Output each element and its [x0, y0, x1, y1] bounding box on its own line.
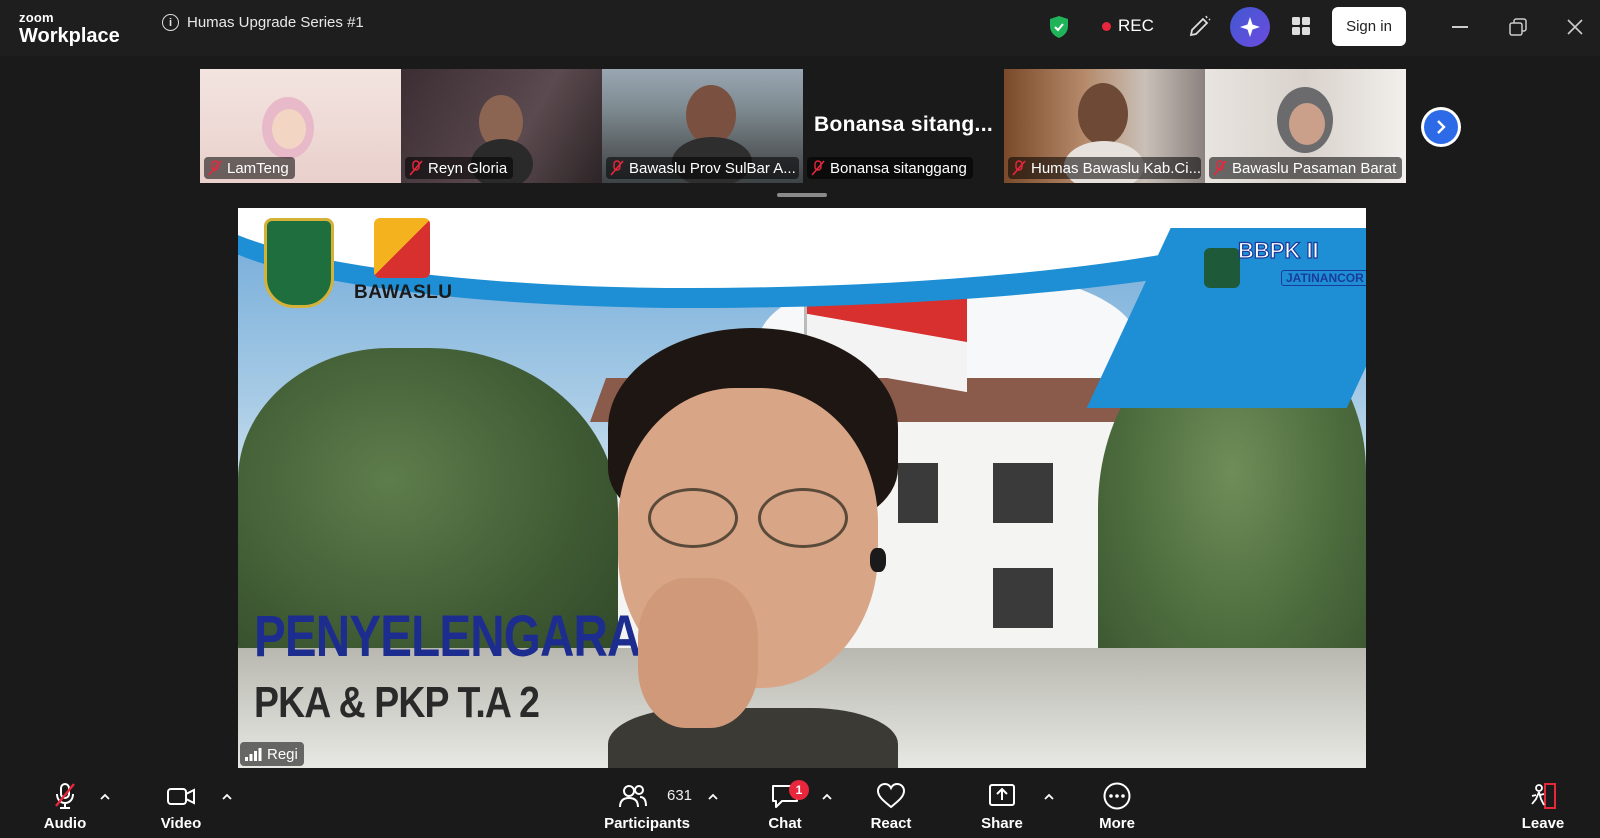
bbpk-sub-text: JATINANCOR — [1281, 270, 1366, 286]
participant-name-tag: Bawaslu Prov SulBar A... — [606, 157, 799, 179]
apps-grid-icon[interactable] — [1291, 16, 1311, 36]
participant-name-tag: Bawaslu Pasaman Barat — [1209, 157, 1402, 179]
annotate-pen-icon[interactable] — [1186, 14, 1212, 40]
logo-big-text: Workplace — [19, 25, 120, 47]
ai-companion-button[interactable] — [1230, 7, 1270, 47]
leave-door-icon — [1531, 783, 1556, 809]
more-label: More — [1099, 815, 1135, 832]
mic-off-icon — [208, 160, 222, 176]
sign-in-button[interactable]: Sign in — [1332, 7, 1406, 46]
participant-tile[interactable]: Bonansa sitang... Bonansa sitanggang — [803, 69, 1004, 183]
more-button[interactable]: More — [1072, 782, 1162, 832]
participant-tile[interactable]: Reyn Gloria — [401, 69, 602, 183]
encryption-shield-icon[interactable] — [1048, 15, 1070, 39]
logo-small-text: zoom — [19, 10, 54, 25]
participants-label: Participants — [604, 815, 690, 832]
participant-name: Bawaslu Pasaman Barat — [1232, 159, 1397, 177]
participants-count: 631 — [667, 787, 693, 804]
speaker-figure — [598, 328, 898, 768]
audio-options-caret-icon[interactable] — [98, 792, 112, 802]
emblem-logo — [264, 218, 334, 308]
participant-tile[interactable]: Bawaslu Pasaman Barat — [1205, 69, 1406, 183]
audio-label: Audio — [43, 815, 87, 832]
meeting-info-button[interactable]: i Humas Upgrade Series #1 — [162, 14, 364, 31]
participant-name: LamTeng — [227, 159, 289, 177]
recording-indicator[interactable]: REC — [1102, 16, 1154, 36]
chat-label: Chat — [768, 815, 802, 832]
restore-window-icon[interactable] — [1509, 18, 1527, 36]
zoom-workplace-logo: zoom Workplace — [19, 11, 120, 46]
mic-off-icon — [1012, 160, 1026, 176]
info-icon: i — [162, 14, 179, 31]
react-label: React — [870, 815, 912, 832]
participant-tile[interactable]: Humas Bawaslu Kab.Ci... — [1004, 69, 1205, 183]
participants-options-caret-icon[interactable] — [706, 792, 720, 802]
chat-options-caret-icon[interactable] — [820, 792, 834, 802]
participant-gallery-strip: LamTeng Reyn Gloria Bawaslu Prov SulBar … — [200, 69, 1406, 183]
share-screen-icon — [989, 784, 1015, 806]
bawaslu-logo-text: BAWASLU — [354, 282, 453, 303]
mic-off-icon — [409, 160, 423, 176]
mic-off-icon — [1213, 160, 1227, 176]
participant-name: Bawaslu Prov SulBar A... — [629, 159, 796, 177]
video-label: Video — [160, 815, 202, 832]
meeting-toolbar: Audio Video Participants 631 Chat 1 Reac… — [0, 768, 1600, 838]
participant-tile[interactable]: Bawaslu Prov SulBar A... — [602, 69, 803, 183]
participant-name: Bonansa sitanggang — [830, 159, 967, 177]
participant-name-tag: Reyn Gloria — [405, 157, 514, 179]
active-speaker-video: BAWASLU BBPK II JATINANCOR PENYELENGARA … — [238, 208, 1366, 768]
speaker-name-tag: Regi — [240, 742, 304, 766]
close-window-icon[interactable] — [1565, 17, 1585, 37]
share-button[interactable]: Share — [957, 782, 1047, 832]
audio-button[interactable]: Audio — [20, 782, 110, 832]
meeting-title: Humas Upgrade Series #1 — [187, 14, 364, 31]
minimize-icon[interactable] — [1452, 26, 1468, 28]
gallery-resize-handle[interactable] — [777, 193, 827, 197]
chevron-right-icon — [1437, 120, 1446, 134]
leave-button[interactable]: Leave — [1498, 782, 1588, 832]
participant-tile[interactable]: LamTeng — [200, 69, 401, 183]
participant-name: Reyn Gloria — [428, 159, 508, 177]
sparkle-icon — [1240, 17, 1260, 37]
share-options-caret-icon[interactable] — [1042, 792, 1056, 802]
speaker-name: Regi — [267, 745, 298, 763]
mic-off-icon — [811, 160, 825, 176]
recording-dot-icon — [1102, 21, 1111, 31]
participant-name-tag: Humas Bawaslu Kab.Ci... — [1008, 157, 1201, 179]
participant-name-tag: Bonansa sitanggang — [807, 157, 973, 179]
rec-label: REC — [1118, 16, 1154, 35]
participant-name: Humas Bawaslu Kab.Ci... — [1031, 159, 1201, 177]
participants-icon — [619, 785, 647, 808]
leave-label: Leave — [1521, 815, 1565, 832]
bawaslu-logo — [374, 218, 430, 278]
participant-video-off-name: Bonansa sitang... — [814, 113, 993, 136]
chat-unread-badge: 1 — [789, 780, 809, 800]
microphone-muted-icon — [55, 783, 75, 809]
chat-button[interactable]: Chat — [740, 782, 830, 832]
video-button[interactable]: Video — [136, 782, 226, 832]
bbpk-logo-text: BBPK II — [1237, 237, 1319, 263]
more-options-icon — [1103, 782, 1131, 810]
gallery-next-page-button[interactable] — [1421, 107, 1461, 147]
background-title-line2: PKA & PKP T.A 2 — [254, 678, 540, 727]
heart-icon — [876, 782, 906, 809]
background-title-line1: PENYELENGARA — [254, 604, 641, 669]
video-camera-icon — [167, 788, 195, 805]
video-options-caret-icon[interactable] — [220, 792, 234, 802]
bbpk-logo — [1204, 248, 1240, 288]
share-label: Share — [981, 815, 1023, 832]
signal-strength-icon — [245, 748, 262, 761]
title-bar: zoom Workplace i Humas Upgrade Series #1… — [0, 0, 1600, 56]
participant-name-tag: LamTeng — [204, 157, 295, 179]
mic-off-icon — [610, 160, 624, 176]
react-button[interactable]: React — [846, 782, 936, 832]
